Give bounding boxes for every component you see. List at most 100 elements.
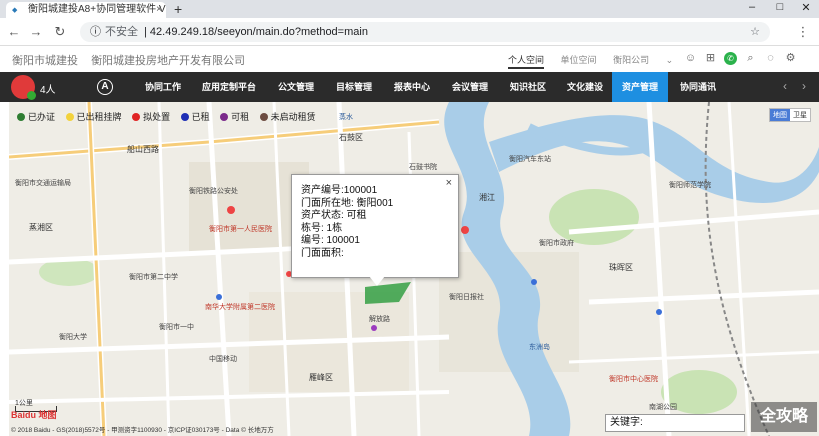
browser-menu-icon[interactable]: ⋮ [795,24,811,40]
apps-grid-icon[interactable]: ⊞ [704,52,717,65]
app-header: 衡阳市城建投 衡阳城建投房地产开发有限公司 个人空间 单位空间 衡阳公司 ⌄ ☺… [0,46,819,72]
tab-close-icon[interactable]: × [156,2,162,18]
url-text: 42.49.249.18/seeyon/main.do?method=main [149,26,368,38]
window-close-icon[interactable]: ✕ [798,1,814,14]
map-label: 蒸水 [339,114,353,121]
map-label: 衡阳市交通运输局 [15,180,71,187]
space-links: 个人空间 单位空间 衡阳公司 ⌄ [508,53,687,69]
map-label: 衡阳市一中 [159,324,194,331]
popup-pointer [369,276,385,286]
map-type-satellite[interactable]: 卫星 [790,109,810,121]
baidu-map-logo: Baidu 地图 [11,410,57,420]
maximize-icon[interactable]: □ [772,1,788,13]
legend-dot [65,113,74,121]
map-label: 衡阳市第二中学 [129,274,178,281]
map-label: 蒸湘区 [29,223,53,232]
nav-report-center[interactable]: 报表中心 [384,72,440,102]
brand-subsidiary: 衡阳城建投房地产开发有限公司 [91,55,246,67]
legend-item: 已租 [180,112,210,122]
map-label: 衡阳铁路公安处 [189,188,238,195]
nav-meeting-mgmt[interactable]: 会议管理 [442,72,498,102]
map-label: 衡阳市中心医院 [609,376,658,383]
legend-dot [259,113,268,121]
security-label: 不安全 [105,26,138,38]
nav-next-icon[interactable]: › [802,79,806,93]
browser-tab[interactable]: ◆ 衡阳城建投A8+协同管理软件 V × [6,2,166,18]
minimize-icon[interactable]: – [744,1,760,13]
back-icon[interactable]: ← [6,24,22,39]
map-label: 衡阳市政府 [539,240,574,247]
asset-map[interactable]: 已办证 已出租挂牌 拟处置 已租 可租 未启动租赁 地图 卫星 船山西路 衡阳铁路… [9,102,819,436]
keyword-input[interactable] [646,416,740,430]
phone-icon[interactable]: ✆ [724,52,737,65]
link-company[interactable]: 衡阳公司 [613,55,649,65]
nav-collab-work[interactable]: 协同工作 [132,72,194,102]
url-field[interactable]: ⓘ 不安全 | 42.49.249.18/seeyon/main.do?method… [80,22,770,42]
people-icon[interactable]: ☺ [684,52,697,65]
legend-item: 已出租挂牌 [65,112,122,122]
nav-app-platform[interactable]: 应用定制平台 [196,72,262,102]
nav-collab-comm[interactable]: 协同通讯 [670,72,726,102]
popup-close-icon[interactable]: × [446,177,452,190]
map-label: 雁峰区 [309,373,333,382]
map-type-switch: 地图 卫星 [769,108,811,122]
nav-knowledge[interactable]: 知识社区 [500,72,556,102]
map-type-map[interactable]: 地图 [770,109,790,121]
map-label: 东洲岛 [529,344,550,351]
nav-document-mgmt[interactable]: 公文管理 [268,72,324,102]
nav-prev-icon[interactable]: ‹ [783,79,787,93]
map-label: 衡阳市第一人民医院 [209,226,272,233]
map-label: 船山西路 [127,145,159,154]
legend-dot [132,113,141,121]
map-label: 南华大学附属第二医院 [205,304,275,311]
popup-status: 资产状态: 可租 [301,210,367,221]
map-label: 衡阳汽车东站 [509,156,551,163]
map-label: 衡阳大学 [59,334,87,341]
nav-goal-mgmt[interactable]: 目标管理 [326,72,382,102]
brand: 衡阳市城建投 衡阳城建投房地产开发有限公司 [12,52,255,68]
map-label: 石鼓书院 [409,164,437,171]
map-label: 石鼓区 [339,133,363,142]
nav-culture[interactable]: 文化建设 [558,72,612,102]
main-nav: 4人 A 协同工作 应用定制平台 公文管理 目标管理 报表中心 会议管理 知识社… [0,72,819,102]
app-logo-icon[interactable]: A [97,79,113,95]
link-unit-space[interactable]: 单位空间 [561,55,597,65]
browser-tabstrip: ◆ 衡阳城建投A8+协同管理软件 V × + – □ ✕ [0,0,819,18]
asset-info-popup: × 资产编号:100001 门面所在地: 衡阳001 资产状态: 可租 栋号: … [291,174,459,278]
info-icon[interactable]: ⓘ [90,26,101,38]
address-bar: ← → ↻ ⓘ 不安全 | 42.49.249.18/seeyon/main.do?… [0,18,819,46]
popup-area: 门面面积: [301,247,344,259]
new-tab-icon[interactable]: + [174,1,182,17]
message-icon[interactable]: ◌ [764,52,777,65]
brand-company: 衡阳市城建投 [12,55,78,67]
legend-dot [220,113,229,121]
link-personal-space[interactable]: 个人空间 [508,55,545,69]
map-legend: 已办证 已出租挂牌 拟处置 已租 可租 未启动租赁 [17,110,324,123]
map-label: 中国移动 [209,356,237,363]
popup-building: 栋号: 1栋 [301,222,343,234]
map-label: 珠晖区 [609,263,633,272]
legend-item: 拟处置 [132,112,170,122]
map-label: 衡阳日报社 [449,294,484,301]
legend-dot [180,113,189,121]
map-copyright: © 2018 Baidu - GS(2018)5572号 - 甲测资字11009… [11,427,274,434]
popup-asset-id: 资产编号:100001 [301,185,378,196]
online-user-count[interactable]: 4人 [40,81,56,96]
keyword-label: 关键字: [610,417,643,428]
chevron-down-icon[interactable]: ⌄ [666,55,674,65]
map-label: 湘江 [479,193,495,202]
nav-asset-mgmt[interactable]: 资产管理 [612,72,668,102]
browser-tab-title: 衡阳城建投A8+协同管理软件 V [28,4,166,15]
map-label: 解放路 [369,316,390,323]
forward-icon[interactable]: → [28,24,44,39]
user-avatar[interactable] [11,75,36,100]
bookmark-star-icon[interactable]: ☆ [750,22,760,42]
settings-gear-icon[interactable]: ⚙ [784,52,797,65]
popup-location: 门面所在地: 衡阳001 [301,197,394,209]
reload-icon[interactable]: ↻ [52,24,68,40]
legend-item: 已办证 [17,112,55,122]
map-label: 南湖公园 [649,404,677,411]
search-icon[interactable]: ⌕ [744,52,757,65]
keyword-search: 关键字: [605,414,745,432]
legend-item: 未启动租赁 [259,112,316,122]
